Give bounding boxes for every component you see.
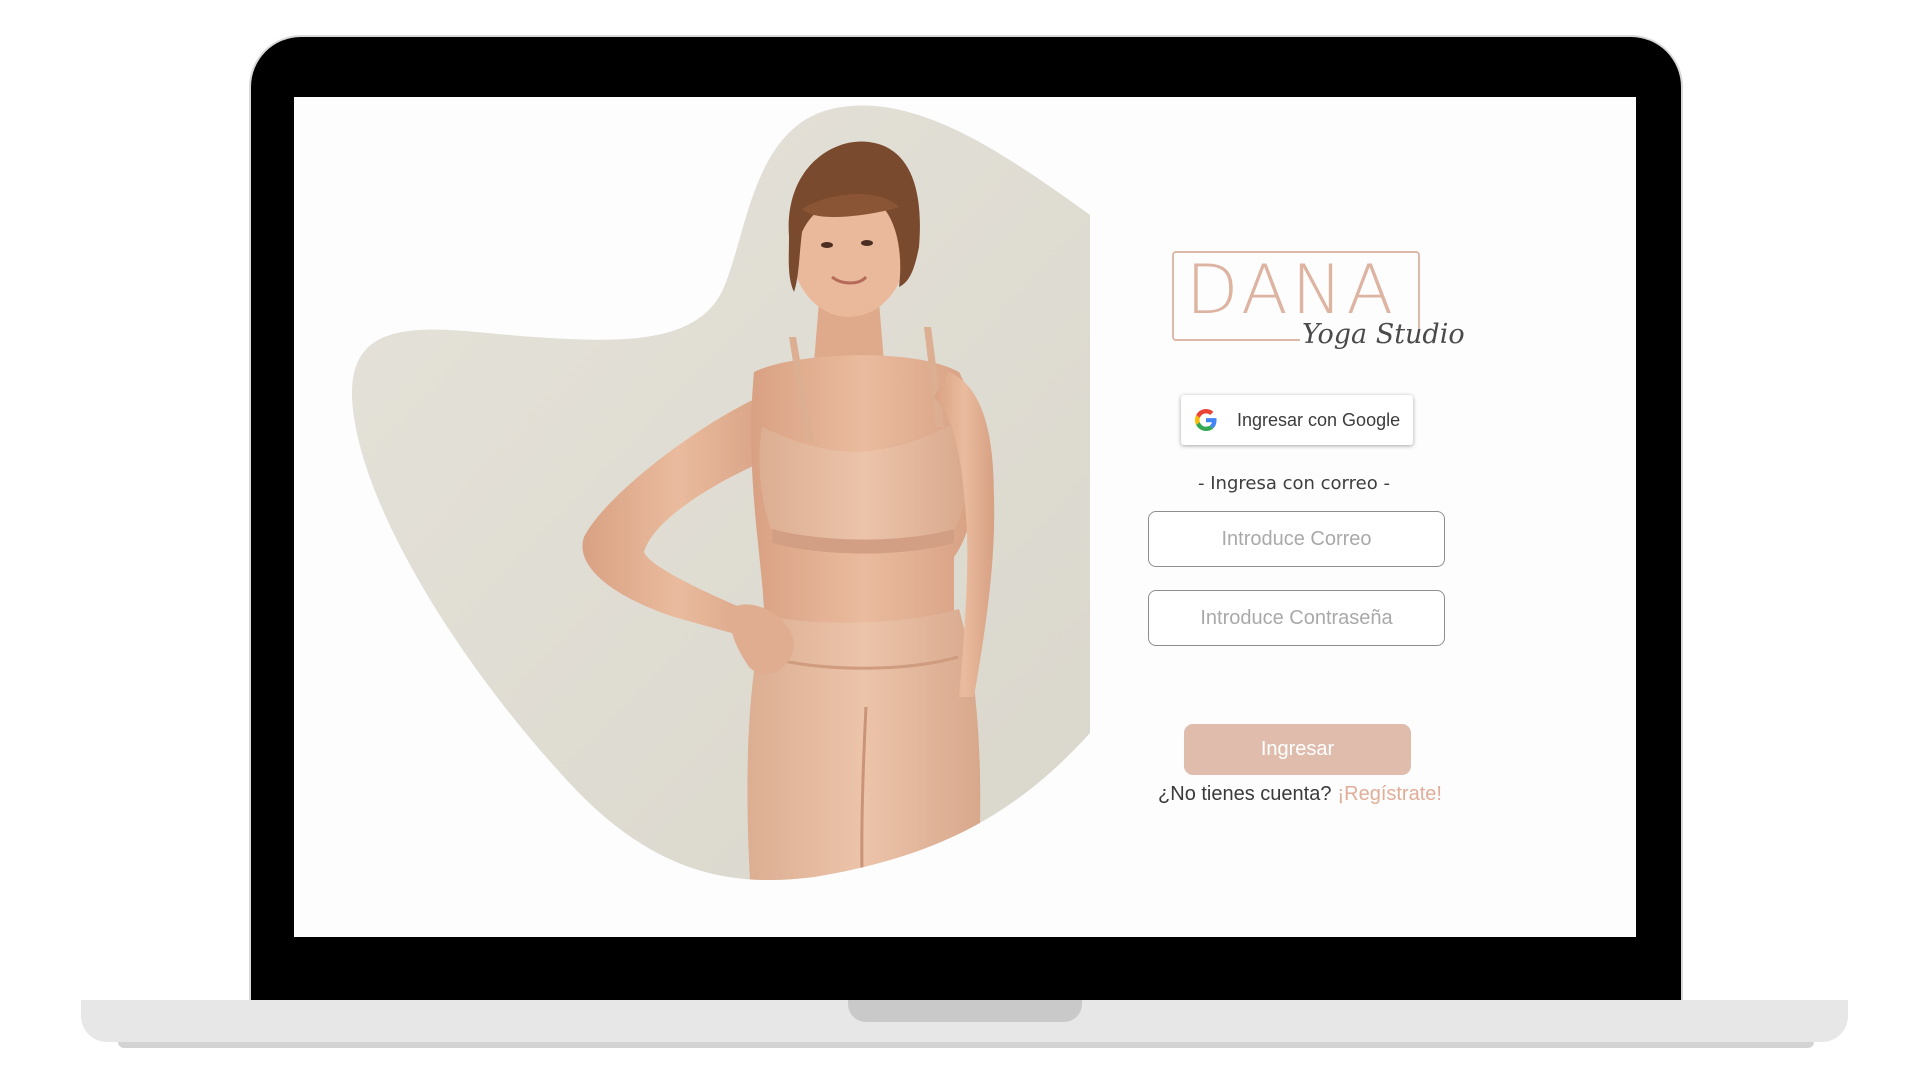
hero-illustration [294, 97, 1094, 937]
signup-row: ¿No tienes cuenta? ¡Regístrate! [1114, 783, 1486, 806]
brand-tagline: Yoga Studio [1302, 319, 1465, 350]
signup-link[interactable]: ¡Regístrate! [1337, 783, 1441, 805]
password-field[interactable] [1148, 590, 1445, 646]
google-g-icon [1195, 409, 1217, 431]
laptop-notch [848, 1000, 1082, 1022]
woman-yoga-photo-icon [351, 105, 1090, 881]
email-field[interactable] [1148, 511, 1445, 567]
email-login-divider: - Ingresa con correo - [1198, 473, 1390, 494]
brand-logo: DANA Yoga Studio [1172, 251, 1465, 375]
brand-name: DANA [1186, 251, 1398, 330]
google-signin-label: Ingresar con Google [1237, 409, 1401, 430]
signup-prompt: ¿No tienes cuenta? [1158, 783, 1332, 805]
google-signin-button[interactable]: Ingresar con Google [1181, 395, 1413, 445]
login-button[interactable]: Ingresar [1184, 724, 1411, 775]
login-screen: DANA Yoga Studio Ingresar con Google - I… [294, 97, 1636, 937]
laptop-base-shadow [118, 1042, 1814, 1048]
